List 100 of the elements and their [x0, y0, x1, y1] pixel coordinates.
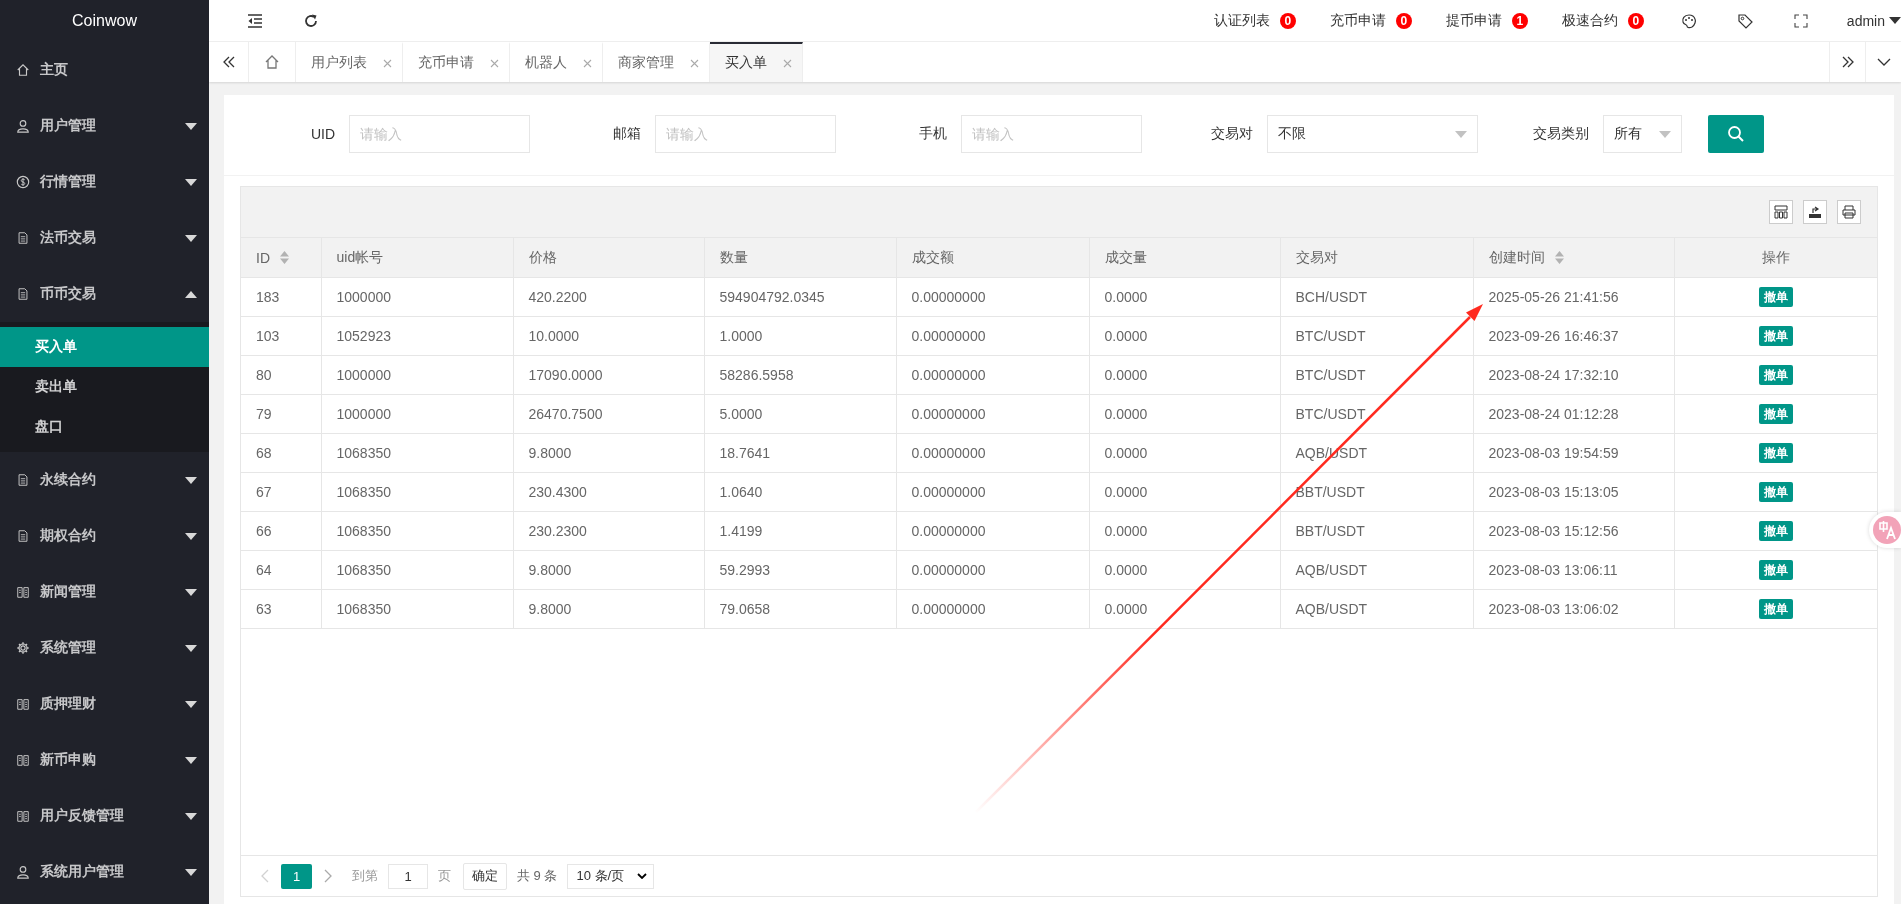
tab[interactable]: 机器人: [510, 42, 603, 82]
sidebar-item[interactable]: 新币申购: [0, 732, 209, 788]
column-header: 交易对: [1280, 238, 1473, 278]
sidebar-item[interactable]: 永续合约: [0, 452, 209, 508]
input-field[interactable]: 请输入: [349, 115, 530, 153]
print-button[interactable]: [1837, 200, 1861, 224]
page-size-select[interactable]: 10 条/页: [567, 863, 655, 889]
cancel-order-button[interactable]: 撤单: [1758, 482, 1793, 502]
sidebar-item[interactable]: 质押理财: [0, 676, 209, 732]
select-field[interactable]: 不限: [1267, 115, 1478, 153]
export-button[interactable]: [1803, 200, 1827, 224]
table-cell: 1068350: [321, 550, 513, 590]
table-cell: 1000000: [321, 277, 513, 317]
table-cell: 64: [241, 550, 321, 590]
table-cell: 5.0000: [704, 394, 896, 434]
table-cell: 1068350: [321, 589, 513, 629]
table-cell: 0.0000: [1089, 355, 1280, 395]
sidebar-item[interactable]: 行情管理: [0, 154, 209, 210]
columns-icon: [1774, 205, 1788, 219]
close-icon: [383, 58, 392, 68]
caret-icon: [1889, 17, 1901, 24]
cancel-order-button[interactable]: 撤单: [1758, 404, 1793, 424]
columns-button[interactable]: [1769, 200, 1793, 224]
cancel-order-button[interactable]: 撤单: [1758, 365, 1793, 385]
cancel-order-button[interactable]: 撤单: [1758, 287, 1793, 307]
table-cell: 0.00000000: [896, 394, 1089, 434]
caret-icon: [1455, 130, 1467, 138]
notice-link[interactable]: 充币申请 0: [1312, 0, 1429, 42]
table-cell: 0.00000000: [896, 472, 1089, 512]
table-cell: 2023-08-03 13:06:02: [1473, 589, 1674, 629]
sidebar-item[interactable]: 币币交易: [0, 266, 209, 322]
select-field[interactable]: 所有: [1603, 115, 1682, 153]
home-icon: [16, 63, 30, 77]
notice-link[interactable]: 提币申请 1: [1428, 0, 1545, 42]
table-cell: AQB/USDT: [1280, 589, 1473, 629]
palette-icon: [1680, 12, 1697, 29]
document-icon: [16, 287, 30, 301]
table-cell: 1.0640: [704, 472, 896, 512]
table-cell: 66: [241, 511, 321, 551]
cancel-order-button[interactable]: 撤单: [1758, 521, 1793, 541]
page-number-field[interactable]: 1: [388, 863, 428, 889]
user-icon: [16, 119, 30, 133]
table-cell: 2023-08-24 17:32:10: [1473, 355, 1674, 395]
submenu-item[interactable]: 买入单: [0, 327, 209, 367]
double-left-icon: [221, 55, 236, 69]
tab[interactable]: 充币申请: [403, 42, 510, 82]
cancel-order-button[interactable]: 撤单: [1758, 443, 1793, 463]
column-header[interactable]: ID: [241, 238, 321, 278]
table-cell: 2023-08-03 15:13:05: [1473, 472, 1674, 512]
page-button[interactable]: 1: [281, 863, 312, 889]
column-header: uid帐号: [321, 238, 513, 278]
book-icon: [16, 753, 30, 767]
cancel-order-button[interactable]: 撤单: [1758, 326, 1793, 346]
search-button[interactable]: [1708, 115, 1764, 153]
page-unit-label: 页: [438, 867, 451, 885]
input-field[interactable]: 请输入: [655, 115, 836, 153]
user-menu[interactable]: admin: [1828, 12, 1901, 29]
table-cell: 1.4199: [704, 511, 896, 551]
table-cell: 230.2300: [513, 511, 704, 551]
notice-link[interactable]: 极速合约 0: [1544, 0, 1661, 42]
table-cell: 103: [241, 316, 321, 356]
table-cell: 17090.0000: [513, 355, 704, 395]
count-badge: 1: [1511, 12, 1528, 29]
table-cell: 68: [241, 433, 321, 473]
count-badge: 0: [1279, 12, 1296, 29]
submenu-item[interactable]: 卖出单: [0, 367, 209, 407]
print-icon: [1842, 205, 1856, 219]
submenu-item[interactable]: 盘口: [0, 407, 209, 447]
gear-icon: [16, 641, 30, 655]
sidebar-item[interactable]: 系统管理: [0, 620, 209, 676]
menu-fold-icon: [247, 13, 263, 28]
count-badge: 0: [1395, 12, 1412, 29]
sidebar-item[interactable]: 用户反馈管理: [0, 788, 209, 844]
input-field[interactable]: 请输入: [961, 115, 1142, 153]
sidebar-item[interactable]: 法币交易: [0, 210, 209, 266]
tag-icon: [1736, 12, 1753, 29]
table-cell: 18.7641: [704, 433, 896, 473]
table-cell: BBT/USDT: [1280, 511, 1473, 551]
tab[interactable]: 用户列表: [296, 42, 403, 82]
count-badge: 0: [1627, 12, 1644, 29]
sidebar-item[interactable]: 用户管理: [0, 98, 209, 154]
table-cell: 1.0000: [704, 316, 896, 356]
home-icon: [264, 54, 280, 70]
table-cell: 67: [241, 472, 321, 512]
confirm-button[interactable]: 确定: [463, 862, 507, 890]
cancel-order-button[interactable]: 撤单: [1758, 599, 1793, 619]
sidebar-item[interactable]: 系统用户管理: [0, 844, 209, 900]
table-cell: 0.00000000: [896, 355, 1089, 395]
cancel-order-button[interactable]: 撤单: [1758, 560, 1793, 580]
table-cell: 2023-08-24 01:12:28: [1473, 394, 1674, 434]
sidebar-item[interactable]: 期权合约: [0, 508, 209, 564]
sidebar-item[interactable]: 主页: [0, 42, 209, 98]
chevron-left-icon: [261, 869, 269, 883]
table-cell: 63: [241, 589, 321, 629]
table-cell: 2023-08-03 19:54:59: [1473, 433, 1674, 473]
column-header[interactable]: 创建时间: [1473, 238, 1674, 278]
field-label: 手机: [918, 125, 948, 143]
tab[interactable]: 买入单: [710, 42, 803, 82]
notice-link[interactable]: 认证列表 0: [1196, 0, 1313, 42]
sidebar-item[interactable]: 新闻管理: [0, 564, 209, 620]
